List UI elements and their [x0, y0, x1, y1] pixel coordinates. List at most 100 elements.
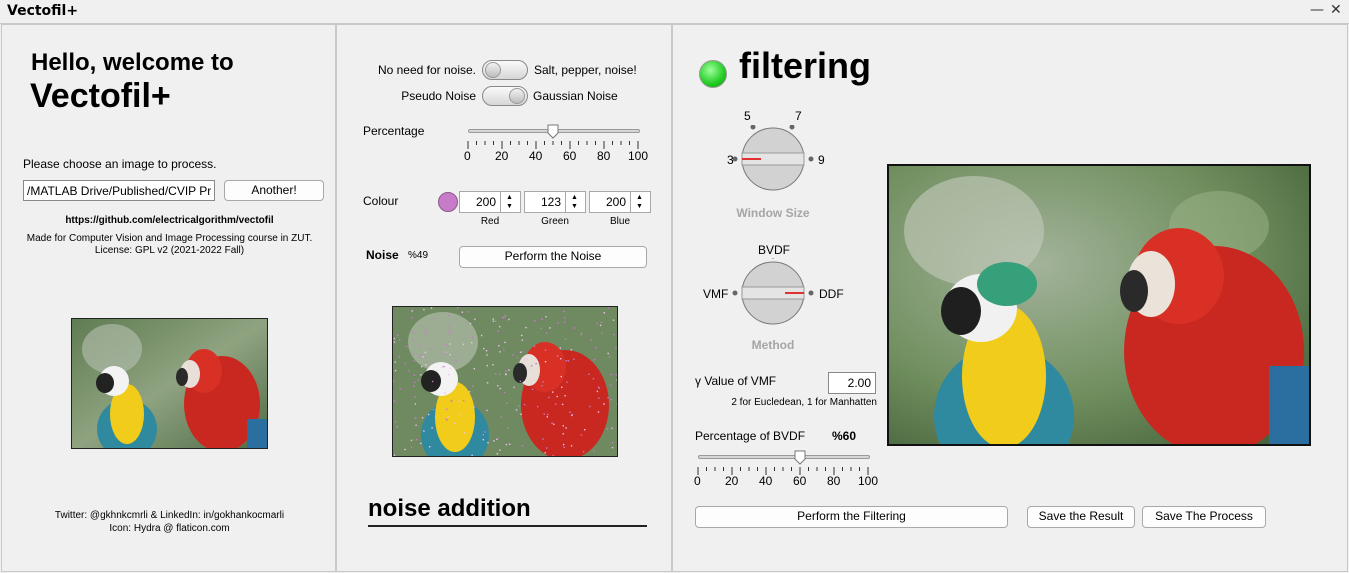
tick-label: 100: [858, 474, 879, 488]
noise-speck: [613, 333, 615, 336]
noise-speck: [504, 314, 506, 317]
noise-speck: [499, 373, 501, 375]
noise-speck: [560, 375, 562, 378]
window-size-knob[interactable]: [727, 125, 827, 195]
noise-speck: [430, 348, 433, 350]
noise-speck: [448, 314, 450, 317]
blue-spinner[interactable]: 200 ▲ ▼: [589, 191, 651, 213]
noise-speck: [420, 324, 423, 327]
noise-speck: [552, 391, 554, 393]
up-arrow-icon[interactable]: ▲: [636, 194, 643, 202]
up-arrow-icon[interactable]: ▲: [506, 194, 513, 202]
noise-speck: [596, 390, 599, 393]
noise-speck: [565, 360, 567, 362]
noise-speck: [555, 403, 557, 405]
perform-filter-button[interactable]: Perform the Filtering: [695, 506, 1008, 528]
noise-speck: [463, 399, 465, 402]
gamma-value: 2.00: [847, 376, 871, 390]
noise-speck: [415, 417, 417, 419]
noise-speck: [557, 322, 559, 324]
github-link[interactable]: https://github.com/electricalgorithm/vec…: [2, 215, 337, 226]
noise-speck: [444, 352, 447, 354]
noise-speck: [608, 356, 611, 358]
noise-speck: [580, 332, 583, 334]
noise-speck: [598, 397, 600, 399]
tick-label: 40: [759, 474, 773, 488]
noise-speck: [601, 332, 603, 334]
noise-speck: [556, 355, 559, 357]
noise-speck: [546, 332, 548, 334]
noise-speck: [565, 427, 567, 429]
colour-swatch[interactable]: [438, 192, 458, 212]
noise-speck: [418, 356, 420, 358]
filtered-image: [887, 164, 1311, 446]
red-spinner[interactable]: 200 ▲ ▼: [459, 191, 521, 213]
knob-option: VMF: [703, 287, 729, 301]
noise-enable-switch[interactable]: [482, 60, 528, 80]
up-arrow-icon[interactable]: ▲: [571, 194, 578, 202]
spinner-arrows[interactable]: ▲ ▼: [630, 192, 650, 212]
save-result-button[interactable]: Save the Result: [1027, 506, 1135, 528]
title-bar: Vectofil+ — ✕: [0, 0, 1349, 24]
noise-section-title: noise addition: [368, 495, 531, 522]
gamma-input[interactable]: 2.00: [828, 372, 876, 394]
window-size-knob-group: 3 5 7 9: [727, 109, 847, 215]
noise-speck: [394, 361, 396, 363]
noise-speck: [548, 396, 550, 399]
noise-speck: [562, 443, 565, 446]
noise-speck: [498, 345, 500, 347]
bvdf-tick-labels: 0 20 40 60 80 100: [690, 474, 890, 488]
slider-thumb: [547, 124, 559, 139]
gamma-label: γ Value of VMF: [695, 374, 777, 388]
save-process-button[interactable]: Save The Process: [1142, 506, 1266, 528]
noise-speck: [461, 311, 464, 313]
noise-speck: [515, 409, 518, 411]
noise-speck: [429, 446, 431, 448]
minimize-icon[interactable]: —: [1310, 2, 1324, 18]
noise-speck: [396, 426, 398, 428]
noise-speck: [543, 413, 545, 415]
noise-speck: [547, 413, 549, 416]
spinner-arrows[interactable]: ▲ ▼: [565, 192, 585, 212]
green-spinner[interactable]: 123 ▲ ▼: [524, 191, 586, 213]
blue-value: 200: [605, 195, 626, 209]
noise-speck: [472, 385, 474, 388]
path-field[interactable]: /MATLAB Drive/Published/CVIP Pr: [23, 180, 215, 201]
noise-speck: [468, 391, 471, 393]
gamma-hint: 2 for Eucledean, 1 for Manhatten: [731, 397, 877, 408]
noise-speck: [603, 403, 605, 405]
noise-speck: [570, 349, 572, 351]
tick-label: 0: [464, 149, 471, 163]
another-button[interactable]: Another!: [224, 180, 324, 201]
noise-speck: [523, 403, 526, 406]
noise-speck: [420, 353, 422, 356]
down-arrow-icon[interactable]: ▼: [636, 203, 643, 211]
noise-speck: [487, 442, 489, 444]
perform-noise-button[interactable]: Perform the Noise: [459, 246, 647, 268]
noise-speck: [426, 361, 428, 363]
down-arrow-icon[interactable]: ▼: [506, 203, 513, 211]
noise-speck: [458, 400, 460, 402]
knob-option: 7: [795, 109, 802, 123]
noise-speck: [398, 355, 400, 358]
noise-speck: [595, 346, 597, 349]
noise-speck: [544, 349, 547, 351]
noise-speck: [500, 416, 502, 418]
noise-speck: [505, 370, 507, 372]
down-arrow-icon[interactable]: ▼: [571, 203, 578, 211]
noise-speck: [493, 440, 495, 442]
noise-speck: [551, 422, 553, 424]
noise-speck: [420, 374, 422, 376]
window-title: Vectofil+: [7, 3, 79, 19]
noise-speck: [421, 417, 424, 419]
noise-speck: [469, 322, 472, 325]
noise-speck: [616, 379, 617, 381]
noise-speck: [433, 317, 435, 319]
noise-speck: [411, 446, 413, 449]
close-icon[interactable]: ✕: [1330, 2, 1342, 18]
spinner-arrows[interactable]: ▲ ▼: [500, 192, 520, 212]
noise-type-switch[interactable]: [482, 86, 528, 106]
noise-speck: [473, 368, 475, 370]
noise-speck: [472, 336, 474, 338]
method-knob[interactable]: [727, 258, 827, 328]
